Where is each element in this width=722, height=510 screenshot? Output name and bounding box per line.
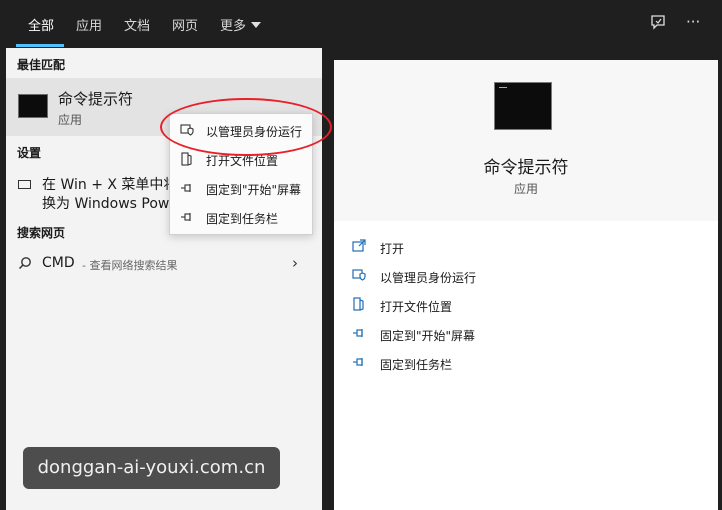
details-pane: 命令提示符 应用 打开 以管理员身份运行 打开文件位置 固定到"开始"屏幕 固定…	[334, 60, 718, 510]
web-search-term: CMD	[42, 255, 75, 271]
details-header: 命令提示符 应用	[334, 60, 718, 221]
best-match-heading: 最佳匹配	[17, 58, 66, 72]
search-icon	[18, 256, 32, 274]
active-tab-indicator	[16, 44, 64, 47]
action-run-as-admin[interactable]: 以管理员身份运行	[352, 266, 652, 290]
action-open[interactable]: 打开	[352, 237, 652, 261]
pin-icon	[352, 326, 366, 344]
action-open-location[interactable]: 打开文件位置	[352, 295, 652, 319]
action-label: 以管理员身份运行	[380, 271, 477, 285]
web-search-item[interactable]: CMD - 查看网络搜索结果 ›	[6, 252, 322, 278]
tab-apps[interactable]: 应用	[76, 15, 102, 34]
best-match-subtitle: 应用	[58, 113, 83, 127]
best-match-name: 命令提示符	[58, 90, 134, 108]
context-menu-pin-start[interactable]: 固定到"开始"屏幕	[170, 174, 314, 202]
action-pin-taskbar[interactable]: 固定到任务栏	[352, 353, 652, 377]
red-highlight-annotation	[160, 98, 332, 156]
settings-heading: 设置	[17, 146, 42, 160]
context-menu-label: 固定到"开始"屏幕	[206, 183, 302, 197]
search-top-bar: 全部 应用 文档 网页 更多 ···	[0, 0, 722, 48]
pin-icon	[180, 181, 194, 198]
action-label: 打开文件位置	[380, 300, 453, 314]
tab-more-label: 更多	[220, 19, 247, 34]
tab-documents[interactable]: 文档	[124, 15, 150, 34]
settings-result-line2: 换为 Windows Pow	[42, 196, 170, 212]
tab-all[interactable]: 全部	[28, 15, 54, 34]
more-options-button[interactable]: ···	[686, 13, 700, 31]
chevron-right-icon[interactable]: ›	[292, 254, 298, 272]
chevron-down-icon	[251, 22, 262, 28]
folder-icon	[180, 152, 194, 169]
monitor-icon	[18, 180, 31, 189]
tab-web[interactable]: 网页	[172, 15, 198, 34]
open-icon	[352, 239, 366, 257]
shield-icon	[352, 268, 366, 286]
details-app-name: 命令提示符	[483, 158, 569, 178]
context-menu-label: 固定到任务栏	[206, 212, 279, 226]
action-label: 打开	[380, 242, 405, 256]
command-prompt-icon	[494, 82, 552, 130]
feedback-icon[interactable]	[650, 14, 666, 34]
command-prompt-icon	[18, 94, 48, 118]
folder-icon	[352, 297, 366, 315]
pin-icon	[352, 355, 366, 373]
tab-more[interactable]: 更多	[220, 15, 262, 34]
web-search-heading: 搜索网页	[17, 226, 66, 240]
settings-result-line1: 在 Win + X 菜单中将	[42, 177, 178, 193]
action-label: 固定到任务栏	[380, 358, 453, 372]
action-pin-start[interactable]: 固定到"开始"屏幕	[352, 324, 652, 348]
context-menu-pin-taskbar[interactable]: 固定到任务栏	[170, 203, 314, 231]
action-label: 固定到"开始"屏幕	[380, 329, 476, 343]
web-search-hint: - 查看网络搜索结果	[82, 259, 178, 272]
watermark: donggan-ai-youxi.com.cn	[23, 447, 280, 489]
pin-icon	[180, 210, 194, 227]
details-app-type: 应用	[513, 182, 538, 196]
